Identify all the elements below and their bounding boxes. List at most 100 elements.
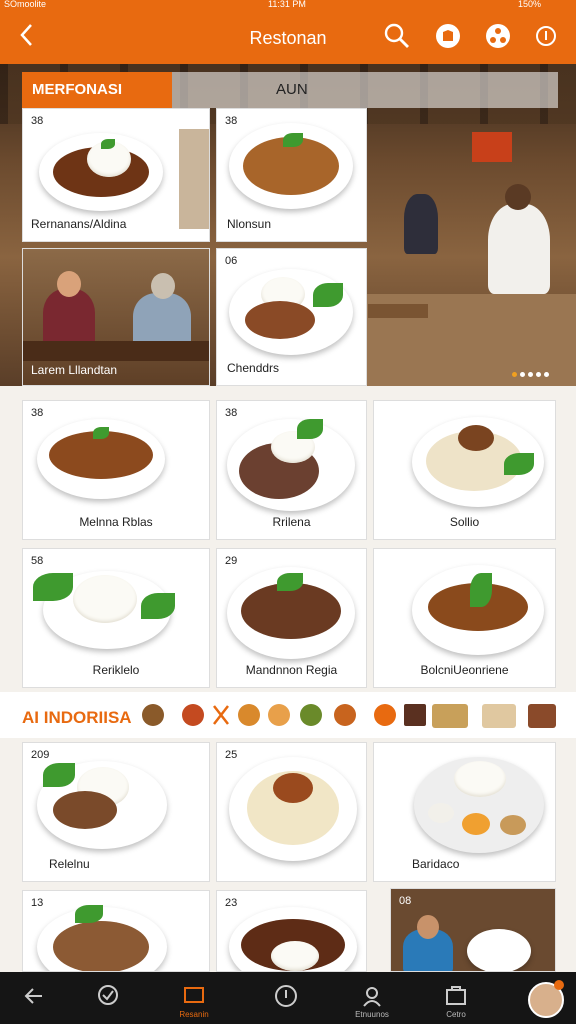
garnish (75, 905, 103, 923)
card-label: BolcniUeonriene (420, 663, 509, 677)
card-number: 23 (225, 897, 238, 909)
menu-card[interactable]: BolcniUeonriene (373, 548, 556, 688)
garnish (470, 573, 492, 607)
search-button[interactable] (383, 22, 411, 50)
card-number: 38 (31, 407, 44, 419)
share-button[interactable] (484, 22, 512, 50)
diner-figure (488, 204, 550, 294)
diner-head (417, 915, 439, 939)
diner-head (505, 184, 531, 210)
garnish (93, 427, 109, 439)
card-label: Relelnu (49, 857, 90, 871)
cart-icon (446, 986, 466, 1005)
menu-card[interactable]: 38 Rrilena (216, 400, 367, 540)
carousel-indicator[interactable] (512, 364, 552, 382)
card-number: 13 (31, 897, 44, 909)
cross-utensils-icon (213, 705, 229, 725)
menu-card[interactable]: 29 Mandnnon Regia (216, 548, 367, 688)
food-icon[interactable] (300, 704, 322, 726)
menu-card[interactable]: 38 Melnna Rblas (22, 400, 210, 540)
diner-figure (43, 289, 95, 349)
card-number: 25 (225, 749, 238, 761)
side-dish (428, 803, 454, 823)
nav-events[interactable]: Etnuunos (342, 972, 402, 1024)
garnish (313, 283, 343, 307)
card-label: Larem Lllandtan (31, 363, 118, 377)
nav-info[interactable] (256, 972, 316, 1024)
category-title: AI INDORIISA (22, 708, 132, 727)
wooden-table (368, 304, 428, 318)
garnish (297, 419, 323, 439)
dish-rice (73, 575, 137, 623)
menu-card[interactable]: Baridaco (373, 742, 556, 882)
bottom-navigation: Resanin Etnuunos Cetro (0, 972, 576, 1024)
nav-profile[interactable] (510, 972, 570, 1024)
menu-card[interactable]: 13 (22, 890, 210, 972)
side-dish (500, 815, 526, 835)
dish-topping (458, 425, 494, 451)
clock-icon (275, 985, 297, 1007)
dish-topping (273, 773, 313, 803)
food-icon[interactable] (182, 704, 204, 726)
menu-card[interactable]: 38 Rernanans/Aldina (22, 108, 210, 242)
category-bar: AI INDORIISA (0, 692, 576, 738)
notification-badge (554, 980, 564, 990)
bag-icon (436, 24, 460, 48)
card-number: 38 (225, 115, 238, 127)
food-icon[interactable] (238, 704, 260, 726)
garnish (283, 133, 303, 147)
dish-meat (53, 791, 117, 829)
garnish (33, 573, 73, 601)
restaurant-photo-card[interactable]: Larem Lllandtan (22, 248, 210, 386)
menu-card[interactable]: 06 Chenddrs (216, 248, 367, 386)
menu-card[interactable]: Sollio (373, 400, 556, 540)
dish-meat (245, 301, 315, 339)
side-dish (462, 813, 490, 835)
garnish (277, 573, 303, 591)
restaurant-photo-card[interactable]: 08 (390, 888, 556, 972)
menu-card[interactable]: 25 (216, 742, 367, 882)
carousel-dot (536, 372, 541, 377)
menu-card[interactable]: 38 Nlonsun (216, 108, 367, 242)
menu-card[interactable]: 23 (216, 890, 367, 972)
food-icon[interactable] (142, 704, 164, 726)
food-icon[interactable] (482, 704, 516, 728)
book-icon (184, 987, 204, 1003)
diner-figure (404, 194, 438, 254)
tab-merfonasi[interactable]: MERFONASI (22, 72, 172, 108)
food-icon[interactable] (334, 704, 356, 726)
food-icon[interactable] (404, 704, 426, 726)
carousel-dot (544, 372, 549, 377)
menu-card[interactable]: 209 Relelnu (22, 742, 210, 882)
arrow-left-icon (24, 988, 42, 1004)
card-number: 209 (31, 749, 50, 761)
nav-restaurant[interactable]: Resanin (164, 972, 224, 1024)
tab-aun[interactable]: AUN (172, 72, 558, 108)
dish-meat (241, 583, 341, 639)
card-label: Sollio (449, 515, 480, 529)
card-number: 58 (31, 555, 44, 567)
info-button[interactable] (534, 22, 562, 50)
nav-back[interactable] (4, 972, 64, 1024)
carrier-label: SOmoolite (4, 0, 47, 9)
card-number: 29 (225, 555, 238, 567)
card-label: Nlonsun (227, 217, 272, 231)
side-photo (179, 129, 209, 229)
dish-rice (454, 761, 506, 797)
utensils-icon[interactable] (212, 704, 230, 726)
nav-messages[interactable] (78, 972, 138, 1024)
menu-card[interactable]: 58 Reriklelo (22, 548, 210, 688)
dish-image (467, 929, 531, 971)
reservation-button[interactable] (434, 22, 462, 50)
nav-cart[interactable]: Cetro (426, 972, 486, 1024)
food-icon[interactable] (432, 704, 468, 728)
food-icon[interactable] (268, 704, 290, 726)
nav-label: Cetro (446, 1010, 466, 1019)
card-label: Baridaco (412, 857, 460, 871)
garnish (141, 593, 175, 619)
diner-head (151, 273, 175, 299)
food-icon[interactable] (374, 704, 396, 726)
food-icon[interactable] (528, 704, 556, 728)
card-label: Chenddrs (227, 361, 280, 375)
card-label: Rernanans/Aldina (31, 217, 127, 231)
